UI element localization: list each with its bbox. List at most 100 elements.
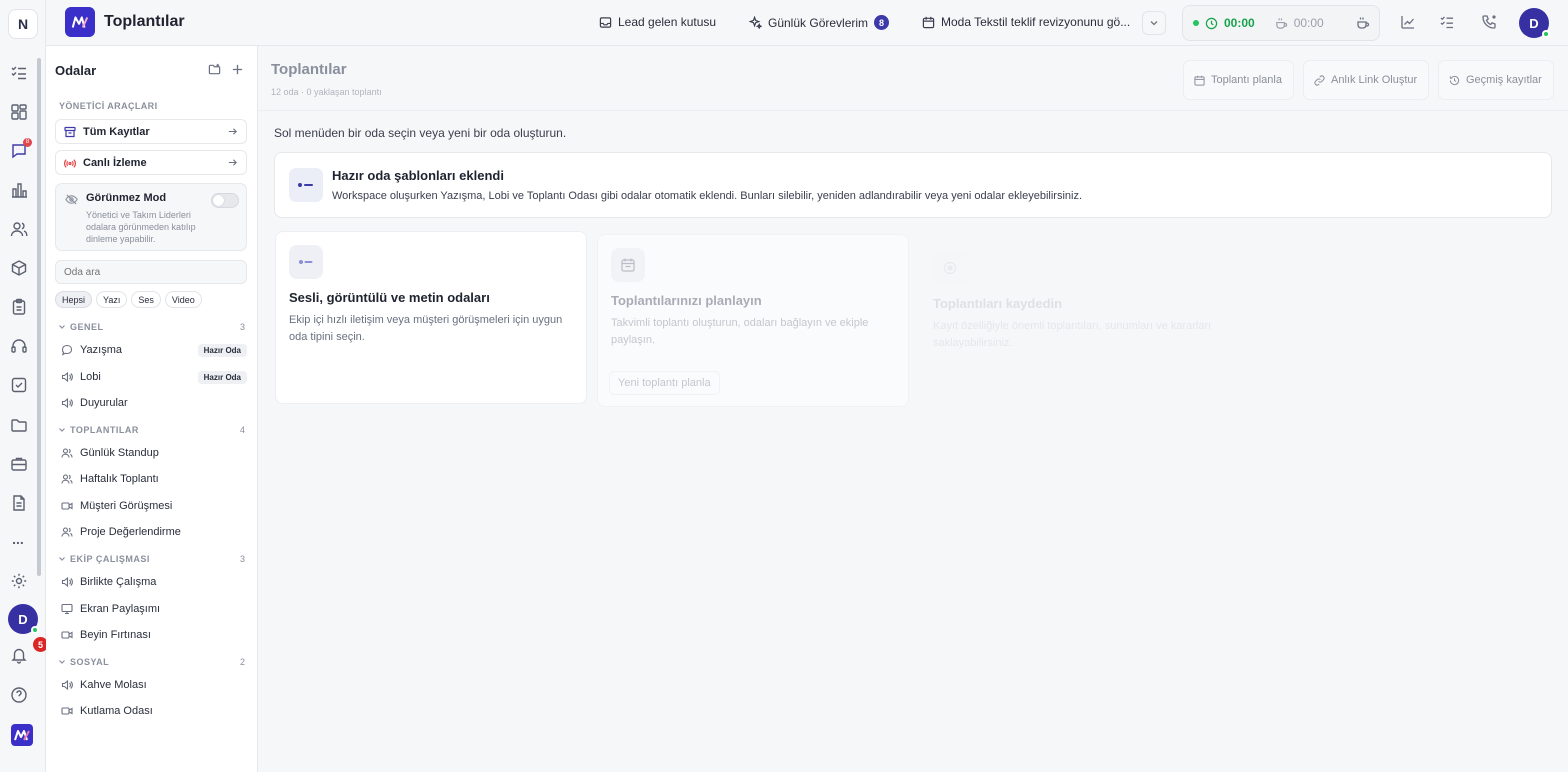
room-lobi[interactable]: Lobi Hazır Oda bbox=[55, 366, 247, 388]
daily-tasks-button[interactable]: Günlük Görevlerim 8 bbox=[749, 15, 890, 30]
help-icon[interactable] bbox=[10, 686, 28, 704]
briefcase-icon[interactable] bbox=[10, 455, 28, 473]
add-room-icon[interactable] bbox=[231, 63, 244, 76]
group-ekip-calismasi-header[interactable]: EKİP ÇALIŞMASI bbox=[58, 554, 150, 564]
users-icon[interactable] bbox=[10, 220, 28, 238]
room-name: Lobi bbox=[80, 371, 101, 383]
group-sosyal-header[interactable]: SOSYAL bbox=[58, 657, 109, 667]
filter-all[interactable]: Hepsi bbox=[55, 291, 93, 308]
clipboard-icon[interactable] bbox=[10, 298, 28, 316]
group-ekip-calismasi-count: 3 bbox=[239, 554, 245, 564]
checklist-icon[interactable] bbox=[10, 376, 28, 394]
feature-card-rooms: Sesli, görüntülü ve metin odaları Ekip i… bbox=[275, 231, 587, 404]
document-icon[interactable] bbox=[10, 494, 28, 512]
app-title: Toplantılar bbox=[104, 13, 185, 30]
room-haftalik-toplanti[interactable]: Haftalık Toplantı bbox=[55, 468, 247, 490]
filter-text[interactable]: Yazı bbox=[96, 291, 128, 308]
new-meeting-button[interactable]: Yeni toplantı planla bbox=[609, 371, 720, 395]
room-duyurular[interactable]: Duyurular bbox=[55, 392, 247, 414]
chat-icon bbox=[61, 344, 73, 356]
room-gunluk-standup[interactable]: Günlük Standup bbox=[55, 442, 247, 464]
more-icon[interactable]: ... bbox=[10, 532, 26, 551]
room-name: Birlikte Çalışma bbox=[80, 576, 157, 588]
analytics-icon[interactable] bbox=[10, 181, 28, 199]
arrow-right-icon bbox=[228, 128, 237, 135]
speaker-icon bbox=[61, 371, 73, 383]
group-toplantilar-header[interactable]: TOPLANTILAR bbox=[58, 425, 139, 435]
calendar-icon bbox=[1194, 75, 1205, 86]
package-icon[interactable] bbox=[10, 259, 28, 277]
app-logo-icon[interactable] bbox=[65, 7, 95, 37]
record-icon bbox=[933, 251, 967, 285]
room-yazisma[interactable]: Yazışma Hazır Oda bbox=[55, 339, 247, 361]
phone-icon[interactable] bbox=[1481, 14, 1497, 30]
header-user-avatar[interactable]: D bbox=[1519, 8, 1550, 38]
task-dropdown-button[interactable] bbox=[1142, 11, 1166, 35]
room-kutlama-odasi[interactable]: Kutlama Odası bbox=[55, 700, 247, 722]
rail-scrollbar[interactable] bbox=[37, 58, 41, 576]
time-tracker[interactable]: 00:00 00:00 bbox=[1182, 5, 1380, 41]
tasks-icon[interactable] bbox=[10, 64, 28, 82]
room-name: Müşteri Görüşmesi bbox=[80, 500, 173, 512]
feature-title: Toplantılarınızı planlayın bbox=[611, 293, 762, 308]
chart-icon[interactable] bbox=[1400, 14, 1416, 30]
people-icon bbox=[61, 527, 73, 537]
chevron-down-icon bbox=[59, 428, 65, 432]
current-task-button[interactable]: Moda Tekstil teklif revizyonunu gö... bbox=[922, 15, 1130, 29]
new-folder-icon[interactable] bbox=[208, 63, 221, 76]
room-kahve-molasi[interactable]: Kahve Molası bbox=[55, 674, 247, 696]
clock-icon bbox=[1205, 17, 1218, 29]
task-list-icon[interactable] bbox=[1439, 14, 1455, 30]
room-proje-degerlendirme[interactable]: Proje Değerlendirme bbox=[55, 521, 247, 543]
history-button[interactable]: Geçmiş kayıtlar bbox=[1438, 60, 1554, 100]
sparkle-icon bbox=[749, 16, 762, 29]
room-ekran-paylasimi[interactable]: Ekran Paylaşımı bbox=[55, 598, 247, 620]
room-search-input[interactable] bbox=[55, 260, 247, 284]
headset-icon[interactable] bbox=[10, 337, 28, 355]
brand-logo-icon[interactable] bbox=[11, 724, 33, 746]
people-icon bbox=[61, 448, 73, 458]
break-toggle-icon bbox=[1357, 17, 1369, 29]
instant-link-button[interactable]: Anlık Link Oluştur bbox=[1303, 60, 1429, 100]
current-task-label: Moda Tekstil teklif revizyonunu gö... bbox=[941, 15, 1131, 29]
ready-room-badge: Hazır Oda bbox=[197, 343, 247, 357]
all-records-button[interactable]: Tüm Kayıtlar bbox=[55, 119, 247, 144]
notice-title: Hazır oda şablonları eklendi bbox=[332, 168, 504, 183]
invisible-mode-toggle[interactable] bbox=[211, 193, 239, 208]
inbox-icon bbox=[599, 16, 612, 28]
chevron-down-icon bbox=[1150, 21, 1158, 26]
filter-video[interactable]: Video bbox=[164, 291, 202, 308]
lead-inbox-button[interactable]: Lead gelen kutusu bbox=[599, 15, 716, 29]
speaker-icon bbox=[61, 679, 73, 691]
feature-description: Takvimli toplantı oluşturun, odaları bağ… bbox=[611, 317, 869, 346]
bell-icon[interactable] bbox=[10, 646, 28, 664]
settings-icon[interactable] bbox=[10, 572, 28, 590]
monitor-icon bbox=[61, 603, 73, 615]
room-name: Ekran Paylaşımı bbox=[80, 603, 161, 615]
feature-description: Kayıt özelliğiyle önemli toplantıları, s… bbox=[933, 320, 1212, 349]
online-indicator bbox=[31, 626, 39, 634]
speaker-icon bbox=[61, 576, 73, 588]
video-icon bbox=[61, 502, 73, 510]
schedule-meeting-button[interactable]: Toplantı planla bbox=[1183, 60, 1294, 100]
group-genel-header[interactable]: GENEL bbox=[58, 322, 104, 332]
coffee-icon bbox=[1275, 17, 1287, 29]
filter-audio[interactable]: Ses bbox=[131, 291, 161, 308]
history-icon bbox=[1449, 75, 1460, 85]
folder-icon[interactable] bbox=[10, 416, 28, 434]
dashboard-icon[interactable] bbox=[10, 103, 28, 121]
tracking-status-dot bbox=[1193, 20, 1199, 26]
room-musteri-gorusmesi[interactable]: Müşteri Görüşmesi bbox=[55, 495, 247, 517]
room-name: Haftalık Toplantı bbox=[80, 473, 159, 485]
sidebar-title: Odalar bbox=[55, 63, 97, 78]
workspace-switcher[interactable]: N bbox=[8, 9, 38, 39]
room-birlikte-calisma[interactable]: Birlikte Çalışma bbox=[55, 571, 247, 593]
break-timer: 00:00 bbox=[1293, 16, 1324, 30]
daily-tasks-count-badge: 8 bbox=[874, 15, 890, 30]
user-avatar[interactable]: D bbox=[8, 604, 39, 634]
live-monitoring-label: Canlı İzleme bbox=[83, 156, 147, 169]
chevron-down-icon bbox=[59, 325, 65, 329]
room-beyin-firtinasi[interactable]: Beyin Fırtınası bbox=[55, 624, 247, 646]
templates-notice: Hazır oda şablonları eklendi Workspace o… bbox=[274, 152, 1552, 218]
live-monitoring-button[interactable]: Canlı İzleme bbox=[55, 150, 247, 175]
